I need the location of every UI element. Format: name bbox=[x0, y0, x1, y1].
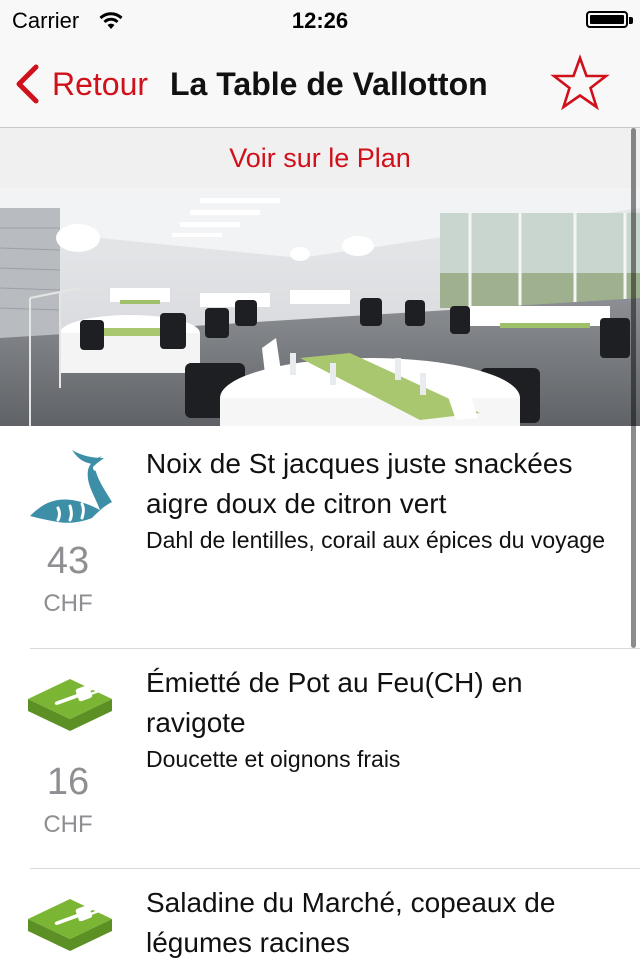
navigation-bar: Retour La Table de Vallotton bbox=[0, 40, 640, 128]
battery-tip bbox=[629, 17, 633, 24]
item-description: Doucette et oignons frais bbox=[146, 746, 401, 772]
menu-item[interactable]: Saladine du Marché, copeaux de légumes r… bbox=[0, 869, 640, 960]
scrollbar[interactable] bbox=[631, 128, 636, 648]
item-title: Saladine du Marché, copeaux de légumes r… bbox=[146, 887, 556, 958]
item-title: Noix de St jacques juste snackées aigre … bbox=[146, 448, 573, 519]
clock: 12:26 bbox=[291, 8, 349, 33]
view-on-map-link[interactable]: Voir sur le Plan bbox=[0, 128, 640, 188]
star-icon[interactable] bbox=[550, 54, 610, 114]
fork-icon bbox=[28, 899, 112, 951]
battery-icon bbox=[586, 11, 628, 28]
item-price: 16 bbox=[46, 761, 90, 803]
item-currency: CHF bbox=[43, 811, 93, 838]
page-title: La Table de Vallotton bbox=[170, 66, 488, 102]
status-bar: Carrier 12:26 bbox=[0, 0, 640, 40]
back-label: Retour bbox=[52, 65, 149, 102]
item-title: Émietté de Pot au Feu(CH) en ravigote bbox=[146, 667, 523, 738]
back-button[interactable]: Retour bbox=[14, 64, 148, 104]
item-description: Dahl de lentilles, corail aux épices du … bbox=[146, 527, 605, 553]
fork-icon bbox=[28, 679, 112, 731]
fish-icon bbox=[30, 450, 112, 523]
menu-list[interactable]: 43 CHF Noix de St jacques juste snackées… bbox=[0, 426, 640, 960]
menu-item[interactable]: 43 CHF Noix de St jacques juste snackées… bbox=[0, 426, 640, 648]
item-currency: CHF bbox=[43, 590, 93, 617]
menu-item[interactable]: 16 CHF Émietté de Pot au Feu(CH) en ravi… bbox=[0, 649, 640, 868]
restaurant-photo bbox=[0, 188, 640, 426]
item-price: 43 bbox=[46, 540, 90, 582]
chevron-left-icon bbox=[16, 64, 39, 104]
